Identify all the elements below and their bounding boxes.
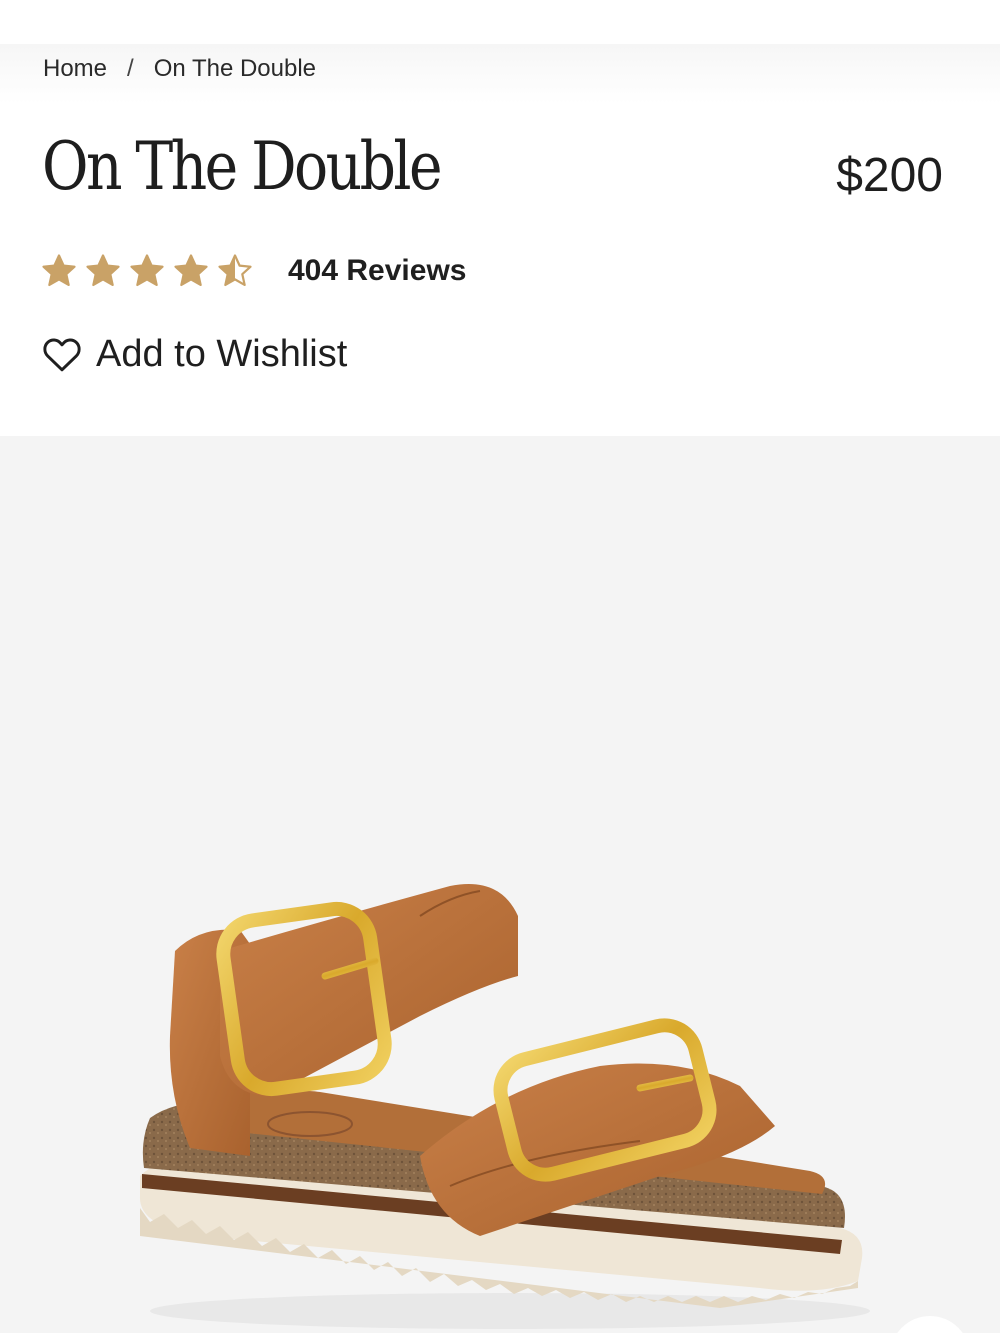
breadcrumb-current: On The Double (153, 55, 317, 82)
wishlist-label: Add to Wishlist (96, 332, 348, 375)
star-full-icon (86, 254, 120, 287)
product-price: $200 (836, 149, 943, 202)
breadcrumb-separator: / (127, 55, 134, 82)
star-half-icon (218, 254, 252, 287)
top-bar (0, 0, 1000, 44)
product-title: On The Double (42, 128, 443, 205)
star-full-icon (174, 254, 208, 287)
breadcrumb: Home / On The Double (43, 55, 316, 83)
star-full-icon (130, 254, 164, 287)
add-to-wishlist-button[interactable]: Add to Wishlist (40, 332, 347, 376)
gallery-control[interactable] (890, 1316, 970, 1333)
product-image-gallery[interactable] (0, 436, 1000, 1333)
rating-summary: 404 Reviews (40, 252, 466, 290)
heart-outline-icon (43, 338, 81, 372)
product-image-sandal (139, 884, 870, 1329)
reviews-link[interactable]: 404 Reviews (288, 254, 466, 288)
product-header (0, 44, 1000, 436)
star-rating[interactable] (40, 252, 260, 290)
star-full-icon (42, 254, 76, 287)
breadcrumb-home-link[interactable]: Home (43, 55, 107, 83)
